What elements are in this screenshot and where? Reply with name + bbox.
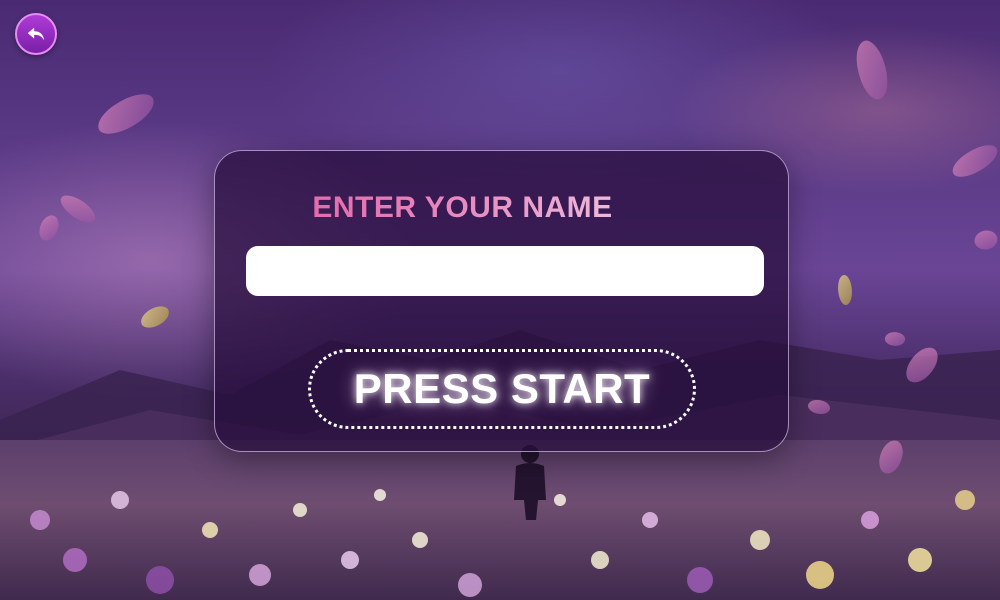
game-screen: ENTER YOUR NAME PRESS START (0, 0, 1000, 600)
character-silhouette (514, 445, 546, 520)
player-name-input[interactable] (246, 246, 764, 296)
panel-title: ENTER YOUR NAME (175, 191, 750, 225)
press-start-button[interactable]: PRESS START (308, 349, 696, 429)
press-start-label: PRESS START (353, 365, 651, 412)
name-entry-panel: ENTER YOUR NAME PRESS START (214, 150, 789, 452)
back-arrow-icon (27, 27, 45, 41)
back-button[interactable] (15, 13, 57, 55)
